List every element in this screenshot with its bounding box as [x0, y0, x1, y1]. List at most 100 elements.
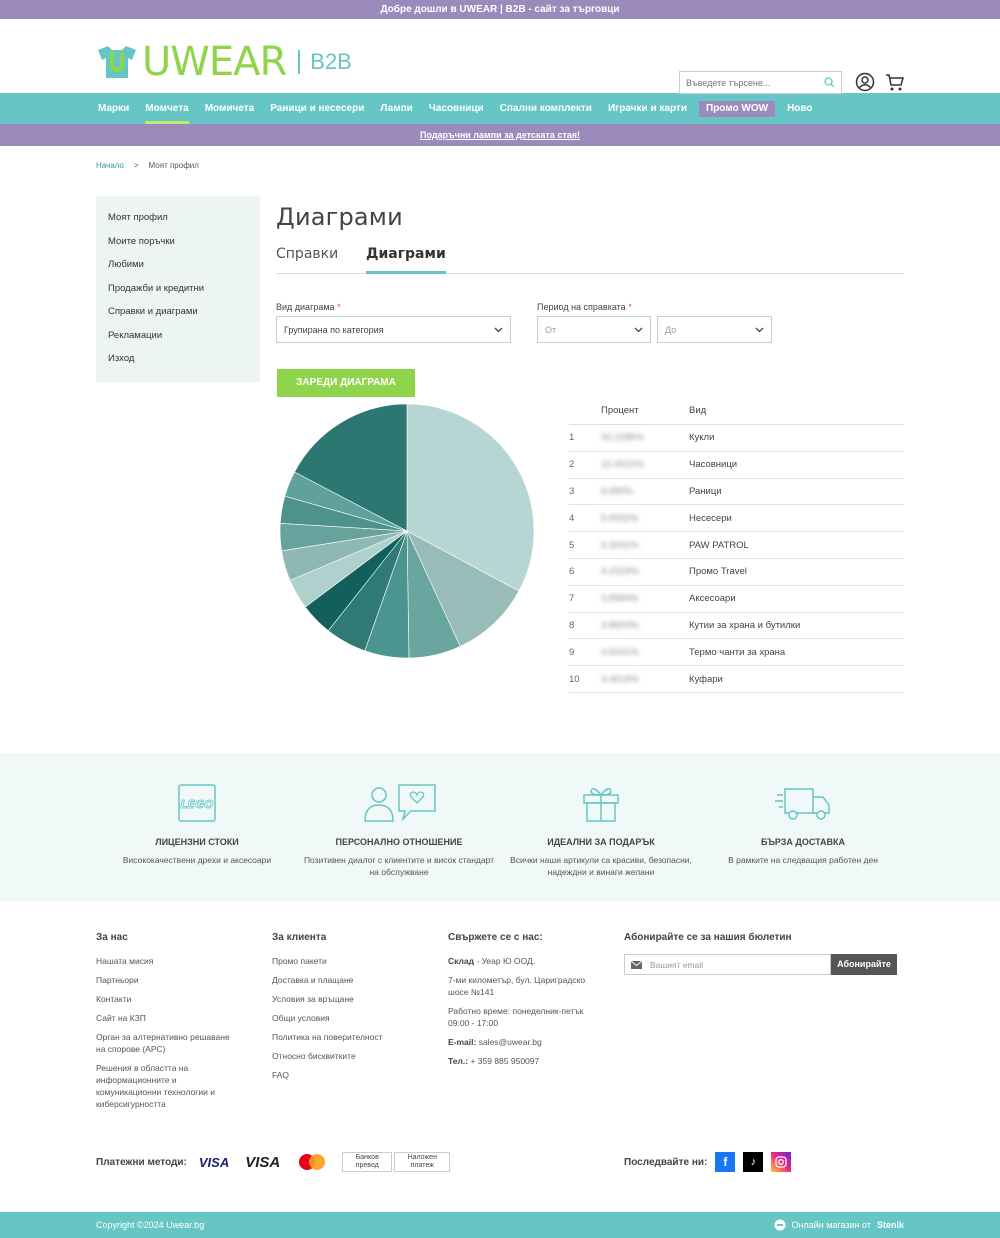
instagram-icon[interactable]	[771, 1152, 792, 1172]
feature-title: ЛИЦЕНЗНИ СТОКИ	[155, 837, 239, 847]
period-from-select[interactable]: От	[537, 316, 651, 343]
load-chart-button[interactable]: ЗАРЕДИ ДИАГРАМА	[277, 369, 415, 397]
logo[interactable]: UWEAR B2B	[96, 42, 352, 82]
footer-link[interactable]: Относно бисквитките	[272, 1050, 422, 1062]
nav-brands[interactable]: Марки	[90, 93, 137, 124]
footer-link[interactable]: Общи условия	[272, 1012, 422, 1024]
follow-label: Последвайте ни:	[624, 1156, 708, 1168]
sidebar-item-profile[interactable]: Моят профил	[96, 212, 260, 236]
nav-girls[interactable]: Момичета	[197, 93, 263, 124]
email-value[interactable]: sales@uwear.bg	[476, 1037, 542, 1047]
table-row: 7 3.8584% Аксесоари	[569, 586, 904, 613]
footer-link[interactable]: Контакти	[96, 993, 246, 1005]
footer-client-title: За клиента	[272, 932, 327, 943]
footer-warehouse: Склад - Уеар Ю ООД.	[448, 955, 588, 967]
credit-prefix: Онлайн магазин от	[791, 1220, 871, 1230]
footer-link[interactable]: Сайт на КЗП	[96, 1012, 246, 1024]
search-icon[interactable]	[824, 77, 835, 88]
promo-banner[interactable]: Подаръчни лампи за детската стая!	[0, 124, 1000, 146]
credit-brand[interactable]: Stenik	[877, 1220, 904, 1230]
period-label-text: Период на справката	[537, 302, 626, 312]
table-row: 5 5.3041% PAW PATROL	[569, 532, 904, 559]
row-type: Несесери	[689, 512, 732, 524]
newsletter-email-placeholder: Вашият email	[650, 959, 704, 970]
table-row: 2 10.4021% Часовници	[569, 452, 904, 479]
row-percent: 5.3041%	[601, 539, 639, 551]
newsletter-email-field[interactable]: Вашият email	[624, 954, 831, 975]
feature-title: ИДЕАЛНИ ЗА ПОДАРЪК	[547, 837, 655, 847]
feature-title: БЪРЗА ДОСТАВКА	[760, 837, 846, 847]
chart-type-label: Вид диаграма *	[276, 302, 341, 312]
footer-link[interactable]: Нашата мисия	[96, 955, 246, 967]
stenik-icon	[774, 1219, 786, 1231]
sidebar-item-sales[interactable]: Продажби и кредитни	[96, 283, 260, 307]
table-row: 8 3.8653% Кутии за храна и бутилки	[569, 613, 904, 640]
row-type: Кукли	[689, 432, 715, 444]
row-type: Термо чанти за храна	[689, 646, 786, 658]
search-input[interactable]	[686, 77, 806, 88]
chart-type-select[interactable]: Групирана по категория	[276, 316, 511, 343]
bank-transfer-badge: Банков превод	[342, 1152, 393, 1172]
period-to-select[interactable]: До	[657, 316, 772, 343]
sidebar-item-logout[interactable]: Изход	[96, 353, 260, 377]
sidebar-item-favorites[interactable]: Любими	[96, 259, 260, 283]
row-percent: 10.4021%	[601, 459, 644, 471]
nav-backpacks[interactable]: Раници и несесери	[262, 93, 372, 124]
footer-link[interactable]: Доставка и плащане	[272, 974, 422, 986]
email-label: E-mail:	[448, 1037, 477, 1047]
logo-shirt-icon	[98, 46, 136, 78]
row-percent: 3.8584%	[601, 593, 639, 605]
footer-link[interactable]: Условия за връщане	[272, 993, 422, 1005]
logo-divider	[298, 50, 301, 74]
promo-banner-text[interactable]: Подаръчни лампи за детската стая!	[420, 130, 580, 140]
payment-methods: Платежни методи: VISA VISA Банков превод…	[96, 1152, 451, 1172]
mail-icon	[631, 960, 642, 969]
logo-text: UWEAR	[142, 39, 287, 85]
pie-chart	[279, 403, 535, 659]
sidebar-item-reports[interactable]: Справки и диаграми	[96, 306, 260, 330]
tab-reports[interactable]: Справки	[276, 246, 338, 274]
tiktok-icon[interactable]: ♪	[743, 1152, 764, 1172]
chart-table: Процент Вид 1 33.2186% Кукли 2 10.4021% Часов…	[569, 397, 904, 693]
row-index: 1	[569, 432, 575, 444]
footer-email[interactable]: E-mail: sales@uwear.bg	[448, 1036, 588, 1048]
facebook-icon[interactable]: f	[715, 1152, 736, 1172]
svg-text:LEGO: LEGO	[181, 798, 214, 811]
feature-licensed: LEGO ЛИЦЕНЗНИ СТОКИ Висококачествени дре…	[97, 783, 297, 866]
user-icon[interactable]	[855, 72, 875, 92]
period-to-value: До	[665, 324, 677, 335]
sidebar-item-complaints[interactable]: Рекламации	[96, 330, 260, 354]
footer-link[interactable]: Решения в областта на информационните и …	[96, 1062, 241, 1110]
footer-link[interactable]: Политика на поверителност	[272, 1031, 422, 1043]
developer-credit[interactable]: Онлайн магазин от Stenik	[774, 1219, 904, 1231]
search-box[interactable]	[679, 71, 842, 94]
phone-value[interactable]: + 359 885 950097	[468, 1056, 539, 1066]
cart-icon[interactable]	[885, 72, 905, 92]
nav-boys[interactable]: Момчета	[137, 93, 196, 124]
footer-link[interactable]: Промо пакети	[272, 955, 422, 967]
newsletter-title: Абонирайте се за нашия бюлетин	[624, 932, 792, 943]
nav-lamps[interactable]: Лампи	[372, 93, 420, 124]
nav-new[interactable]: Ново	[779, 93, 820, 124]
tab-charts[interactable]: Диаграми	[366, 246, 446, 274]
required-mark: *	[628, 302, 632, 312]
tabs: Справки Диаграми	[276, 246, 904, 274]
footer-address: 7-ми километър, бул. Цариградско шосе №1…	[448, 975, 586, 997]
footer-link[interactable]: Орган за алтернативно решаване на споров…	[96, 1031, 231, 1055]
nav-promo[interactable]: Промо WOW	[698, 100, 776, 117]
nav-toys[interactable]: Играчки и карти	[600, 93, 695, 124]
subscribe-button[interactable]: Абонирайте	[831, 954, 897, 975]
nav-watches[interactable]: Часовници	[421, 93, 492, 124]
footer-about-title: За нас	[96, 932, 128, 943]
row-type: Куфари	[689, 673, 723, 685]
nav-bedding[interactable]: Спални комплекти	[492, 93, 600, 124]
footer-link[interactable]: FAQ	[272, 1069, 422, 1081]
row-percent: 3.4619%	[601, 673, 639, 685]
gift-icon	[583, 788, 619, 822]
footer-phone[interactable]: Тел.: + 359 885 950097	[448, 1055, 588, 1067]
sidebar-item-orders[interactable]: Моите поръчки	[96, 236, 260, 260]
breadcrumb-home[interactable]: Начало	[96, 161, 124, 170]
row-percent: 6.685%	[601, 485, 634, 497]
footer-link[interactable]: Партньори	[96, 974, 246, 986]
footer-newsletter: Абонирайте се за нашия бюлетин	[624, 932, 904, 955]
